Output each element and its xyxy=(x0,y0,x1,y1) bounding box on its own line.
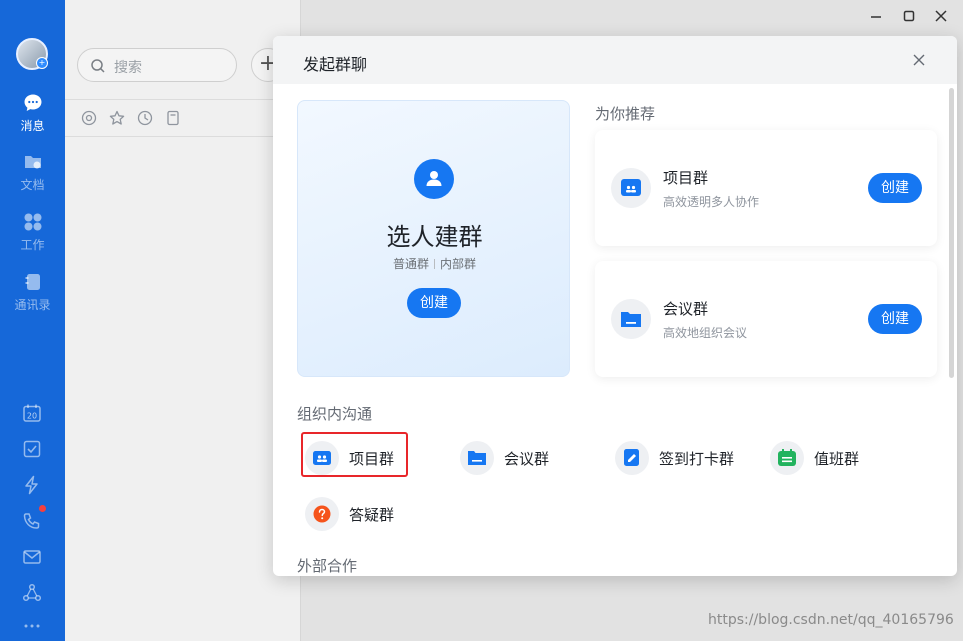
close-dialog-icon[interactable] xyxy=(909,50,929,70)
recommend-desc: 高效地组织会议 xyxy=(663,326,748,340)
group-type-normal: 普通群 xyxy=(392,257,429,271)
scrollbar[interactable] xyxy=(949,88,954,378)
group-label: 会议群 xyxy=(504,450,550,468)
star-icon[interactable] xyxy=(109,110,125,126)
dialog-header: 发起群聊 xyxy=(273,36,957,84)
group-label: 值班群 xyxy=(814,450,860,468)
select-people-card[interactable]: 选人建群 普通群 内部群 创建 xyxy=(297,100,570,377)
close-icon xyxy=(935,10,947,22)
sidebar-item-label: 通讯录 xyxy=(14,298,51,312)
calendar-day: 20 xyxy=(27,412,37,421)
watermark: https://blog.csdn.net/qq_40165796 xyxy=(708,612,954,628)
checkin-group-icon xyxy=(615,441,649,475)
project-group-icon xyxy=(611,168,651,208)
more-icon[interactable] xyxy=(22,616,42,636)
create-button-main[interactable]: 创建 xyxy=(407,288,461,318)
conversation-list-panel: 搜索 + xyxy=(65,0,301,641)
maximize-icon xyxy=(903,10,915,22)
share-icon[interactable] xyxy=(22,583,42,603)
workspace-icon xyxy=(24,213,41,231)
sidebar-item-docs[interactable]: 文档 xyxy=(0,152,65,193)
recommend-name: 会议群 xyxy=(663,300,709,318)
notification-dot xyxy=(39,505,46,512)
create-meeting-group-button[interactable]: 创建 xyxy=(868,304,922,334)
recommend-card-meeting[interactable]: 会议群 高效地组织会议 创建 xyxy=(595,261,937,377)
search-placeholder: 搜索 xyxy=(114,60,142,76)
group-label: 答疑群 xyxy=(349,506,395,524)
recommend-name: 项目群 xyxy=(663,169,709,187)
group-label: 项目群 xyxy=(349,450,395,468)
search-input[interactable]: 搜索 xyxy=(77,48,237,82)
minimize-icon xyxy=(871,16,881,18)
search-icon xyxy=(91,59,105,73)
todo-icon[interactable] xyxy=(22,439,42,459)
docs-icon xyxy=(24,156,41,169)
internal-section-title: 组织内沟通 xyxy=(297,405,373,423)
recommend-title: 为你推荐 xyxy=(595,105,656,123)
duty-group-icon xyxy=(770,441,804,475)
bookmark-icon[interactable] xyxy=(165,110,181,126)
contacts-icon xyxy=(25,274,40,290)
add-status-icon[interactable]: + xyxy=(36,57,48,69)
dialog-title: 发起群聊 xyxy=(303,55,368,74)
close-window-button[interactable] xyxy=(933,8,949,24)
project-group-icon xyxy=(305,441,339,475)
recommend-card-project[interactable]: 项目群 高效透明多人协作 创建 xyxy=(595,130,937,246)
meeting-group-icon xyxy=(460,441,494,475)
phone-icon[interactable] xyxy=(22,511,42,531)
create-project-group-button[interactable]: 创建 xyxy=(868,173,922,203)
select-people-title: 选人建群 xyxy=(386,223,483,251)
sidebar: + 消息 文档 工作 通讯录 20 xyxy=(0,0,65,641)
minimize-button[interactable] xyxy=(868,8,884,24)
maximize-button[interactable] xyxy=(901,8,917,24)
sidebar-item-label: 工作 xyxy=(20,238,45,252)
lightning-icon[interactable] xyxy=(22,475,42,495)
sidebar-item-messages[interactable]: 消息 xyxy=(0,93,65,134)
question-group-icon xyxy=(305,497,339,531)
sidebar-item-contacts[interactable]: 通讯录 xyxy=(0,272,65,313)
sidebar-item-work[interactable]: 工作 xyxy=(0,212,65,253)
recommend-desc: 高效透明多人协作 xyxy=(663,195,760,209)
calendar-icon[interactable]: 20 xyxy=(22,403,42,423)
external-section-title: 外部合作 xyxy=(297,557,358,575)
meeting-group-icon xyxy=(611,299,651,339)
select-people-subtitle: 普通群 内部群 xyxy=(298,255,571,272)
group-label: 签到打卡群 xyxy=(659,450,735,468)
sidebar-item-label: 文档 xyxy=(20,178,45,192)
sidebar-item-label: 消息 xyxy=(20,119,45,133)
group-type-internal: 内部群 xyxy=(440,257,477,271)
message-icon xyxy=(24,94,41,111)
mail-icon[interactable] xyxy=(22,547,42,567)
person-icon xyxy=(414,159,454,199)
mention-icon[interactable] xyxy=(81,110,97,126)
history-icon[interactable] xyxy=(137,110,153,126)
filter-bar xyxy=(65,99,300,137)
create-group-dialog: 发起群聊 选人建群 普通群 内部群 创建 为你推荐 项目群 高效透明多人协作 创建… xyxy=(273,36,957,576)
